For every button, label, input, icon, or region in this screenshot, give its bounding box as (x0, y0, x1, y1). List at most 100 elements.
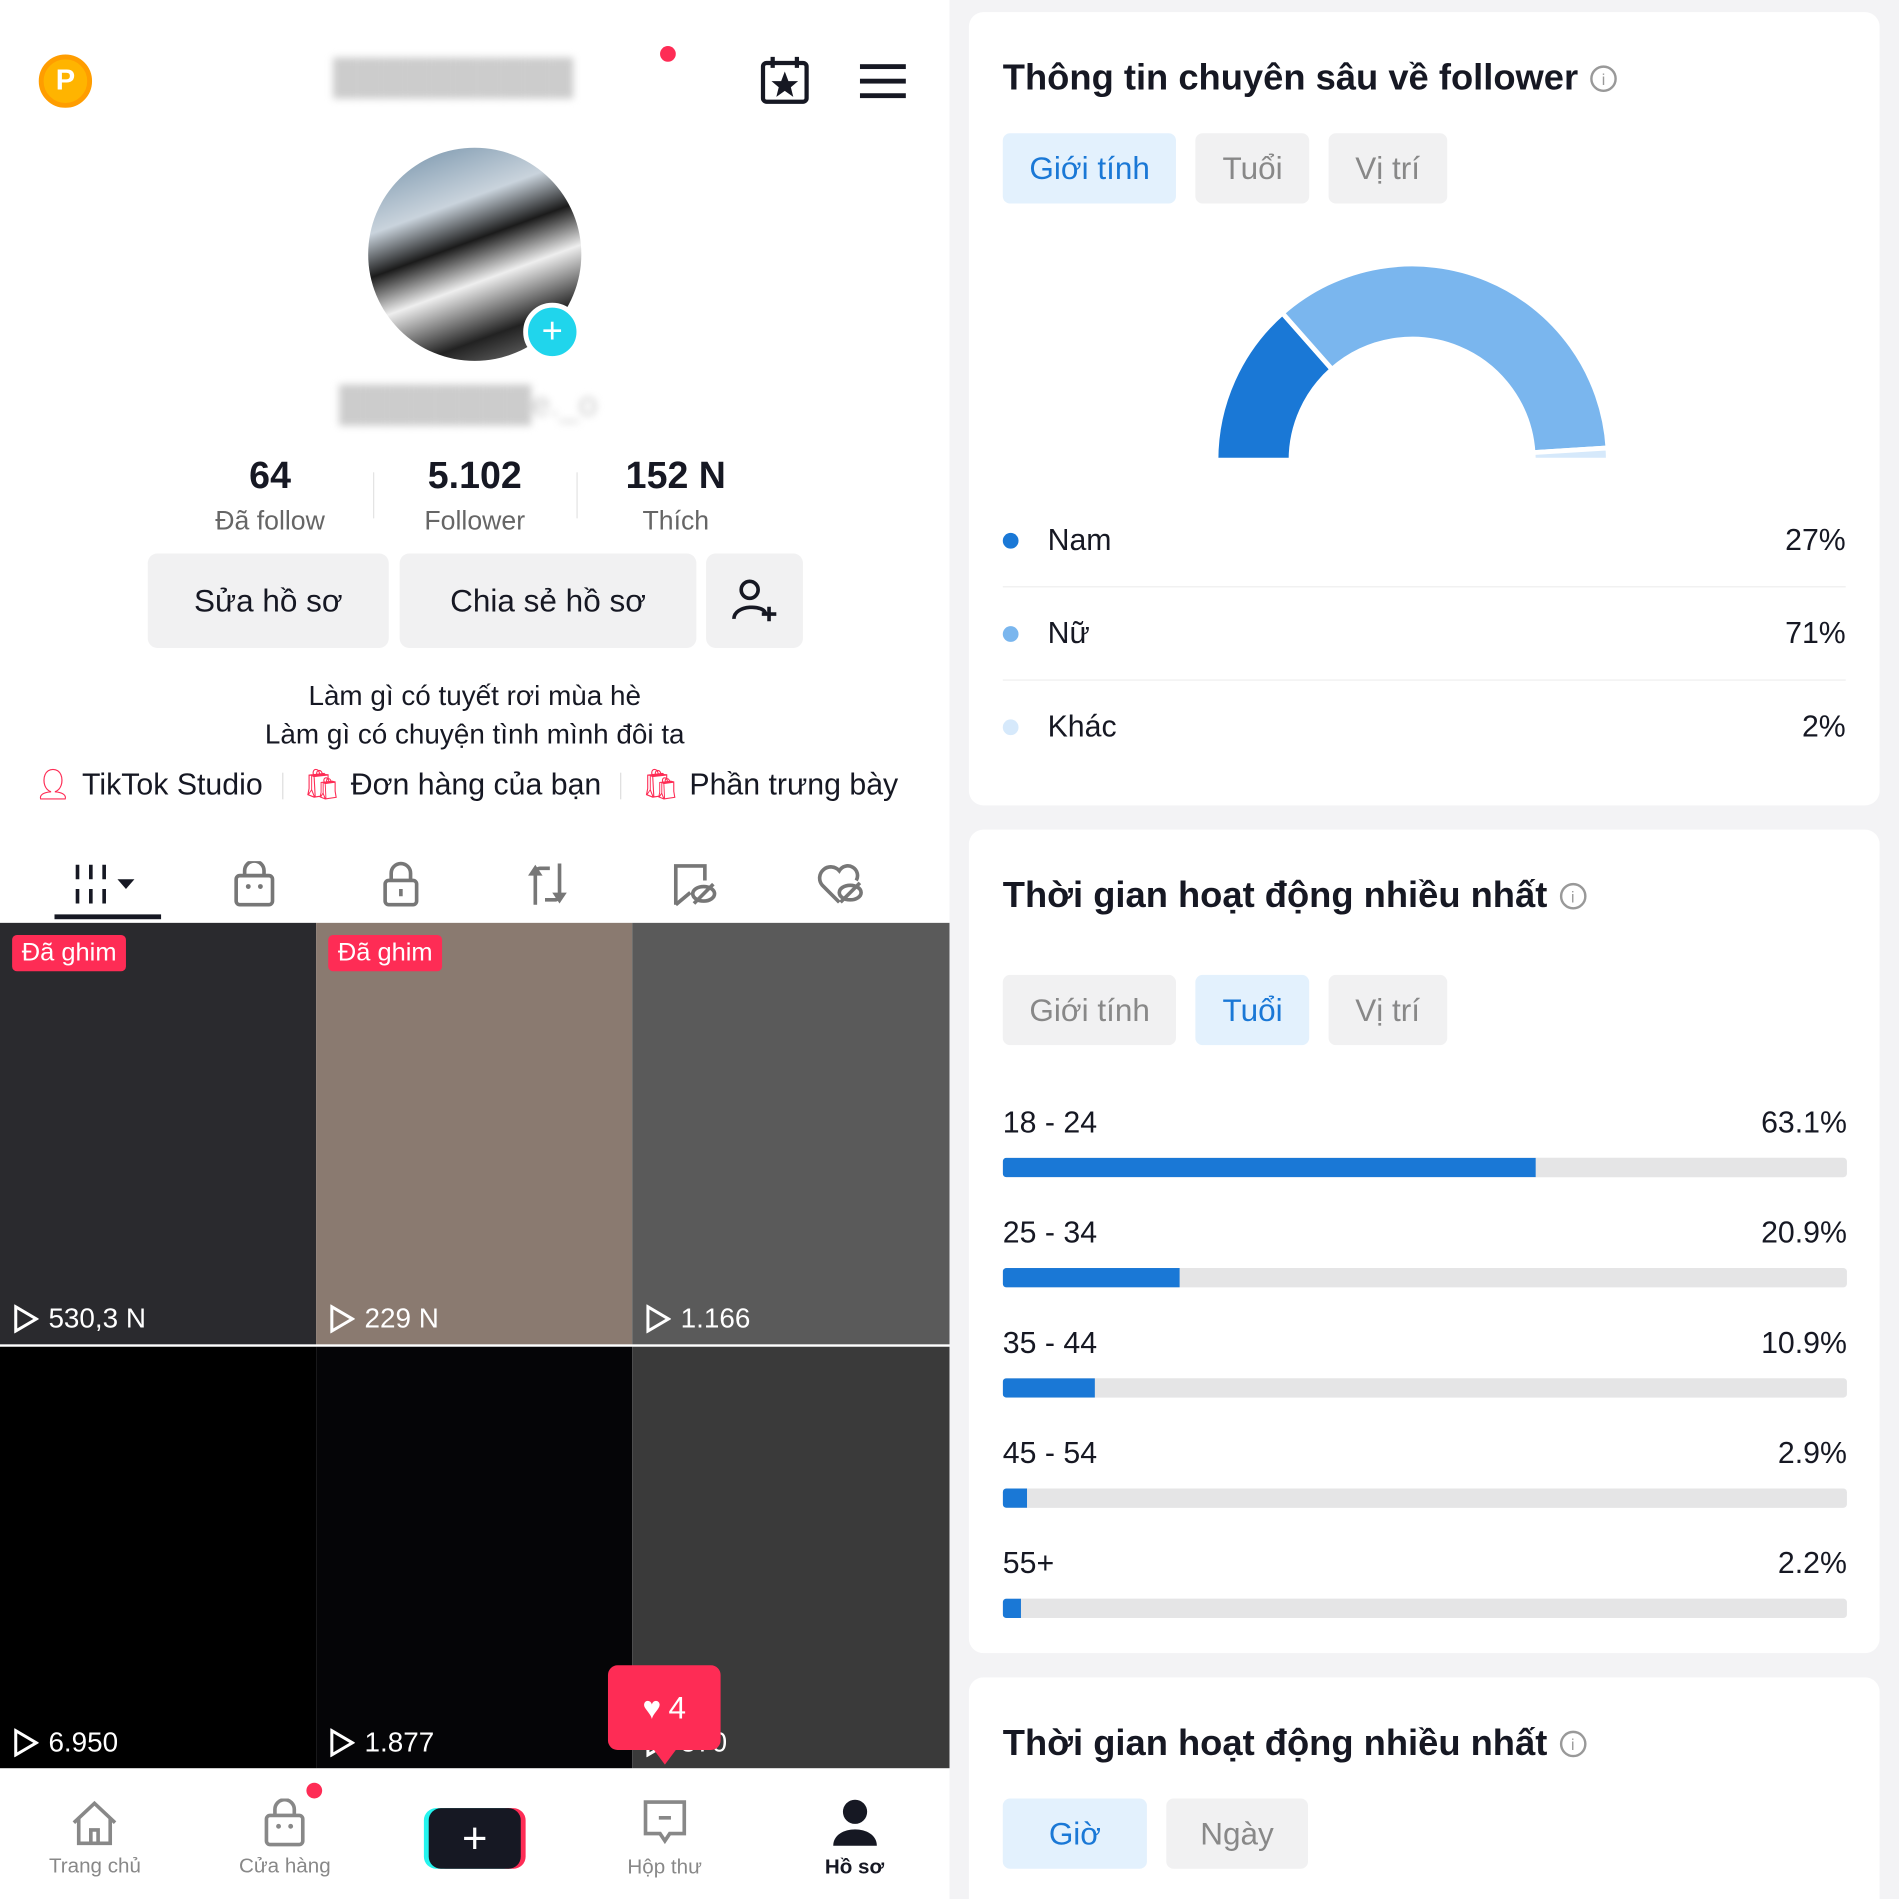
gender-gauge-chart (1213, 261, 1611, 463)
video-thumbnail[interactable]: Đã ghim 530,3 N (0, 922, 317, 1345)
menu-icon[interactable] (859, 63, 906, 99)
tab-favorites[interactable] (620, 848, 767, 921)
follower-insights-card: Thông tin chuyên sâu về follower i Giới t… (968, 12, 1880, 806)
bar-track (1002, 1157, 1847, 1178)
active-time-age-card: Thời gian hoạt động nhiều nhất i Giới tín… (968, 829, 1880, 1654)
play-icon (646, 1303, 671, 1333)
showcase-link[interactable]: 🛍︎ Phần trưng bày (641, 768, 898, 803)
filter-tabs: Giờ Ngày (1002, 1798, 1308, 1869)
video-thumbnail[interactable]: 1.877 (316, 1346, 633, 1769)
age-value: 2.9% (1777, 1436, 1847, 1471)
legend-item: Nam 27% (1002, 494, 1846, 588)
active-tab-indicator (54, 914, 162, 920)
view-count-text: 530,3 N (48, 1301, 147, 1334)
stat-followers[interactable]: 5.102 Follower (378, 454, 572, 536)
tab-hours[interactable]: Giờ (1002, 1798, 1147, 1869)
card-title: Thông tin chuyên sâu về follower i (1003, 58, 1617, 99)
tab-age[interactable]: Tuổi (1195, 974, 1310, 1046)
title-text: Thời gian hoạt động nhiều nhất (1002, 875, 1548, 916)
view-count: 229 N (328, 1302, 439, 1335)
like-notification-badge[interactable]: ♥ 4 (607, 1665, 721, 1765)
tiktok-studio-link[interactable]: 👤︎ TikTok Studio (34, 768, 263, 803)
link-label: Đơn hàng của bạn (350, 767, 602, 802)
tab-gender[interactable]: Giới tính (1002, 133, 1177, 204)
stat-following[interactable]: 64 Đã follow (173, 454, 367, 536)
age-label: 35 - 44 (1002, 1326, 1098, 1361)
username-blurred: ████████e._o (339, 385, 598, 423)
bar-track (1002, 1378, 1847, 1398)
coin-icon[interactable]: P (38, 54, 93, 108)
legend-item: Khác 2% (1002, 681, 1846, 774)
lock-icon (382, 861, 418, 907)
age-label: 18 - 24 (1002, 1105, 1098, 1140)
nav-label: Cửa hàng (239, 1854, 331, 1878)
video-thumbnail[interactable]: 6.950 (0, 1346, 317, 1769)
view-count-text: 6.950 (48, 1725, 119, 1758)
plus-icon: + (428, 1808, 521, 1869)
pinned-badge: Đã ghim (328, 934, 443, 972)
bio: Làm gì có tuyết rơi mùa hè Làm gì có chuy… (0, 676, 950, 754)
add-friend-button[interactable] (706, 553, 803, 648)
stat-label: Follower (424, 505, 526, 536)
play-icon (14, 1303, 39, 1333)
tab-gender[interactable]: Giới tính (1002, 974, 1177, 1046)
view-count-text: 1.877 (364, 1725, 435, 1758)
video-thumbnail[interactable]: Đã ghim 229 N (316, 922, 633, 1345)
legend-value: 27% (1785, 522, 1846, 557)
profile-links: 👤︎ TikTok Studio 🛍︎ Đơn hàng của bạn 🛍︎ Phầ… (34, 768, 898, 803)
nav-shop[interactable]: Cửa hàng (190, 1778, 380, 1899)
divider (576, 472, 578, 519)
account-name-blurred[interactable]: ██████████ (333, 58, 573, 97)
info-icon[interactable]: i (1559, 882, 1587, 910)
bottom-nav: Trang chủ Cửa hàng + Hộp thư Hồ sơ (0, 1777, 950, 1899)
shopping-bag-icon (264, 1798, 305, 1847)
divider (620, 772, 622, 799)
bar-track (1002, 1268, 1847, 1288)
tab-location[interactable]: Vị trí (1328, 133, 1447, 204)
bar-track (1002, 1598, 1847, 1619)
nav-label: Hồ sơ (824, 1855, 885, 1879)
tab-location[interactable]: Vị trí (1328, 974, 1447, 1046)
shopping-bag-icon (233, 861, 274, 907)
tab-shop[interactable] (180, 848, 327, 921)
grid-dropdown-icon (75, 864, 134, 904)
legend-value: 2% (1801, 709, 1846, 744)
bar-fill (1002, 1488, 1028, 1508)
legend-value: 71% (1785, 615, 1846, 650)
tab-liked[interactable] (767, 848, 914, 921)
add-avatar-button[interactable]: + (523, 302, 582, 361)
tab-reposts[interactable] (474, 848, 621, 921)
heart-icon: ♥ (642, 1688, 662, 1726)
info-icon[interactable]: i (1559, 1730, 1587, 1758)
nav-label: Trang chủ (48, 1854, 141, 1878)
tab-age[interactable]: Tuổi (1195, 133, 1310, 204)
bio-line: Làm gì có tuyết rơi mùa hè (308, 679, 642, 711)
edit-profile-button[interactable]: Sửa hồ sơ (147, 553, 389, 648)
tab-days[interactable]: Ngày (1166, 1798, 1308, 1869)
screen: P ██████████ + ████████e._o 64 Đã follow … (0, 0, 1899, 1899)
view-count-text: 1.166 (680, 1301, 751, 1334)
info-icon[interactable]: i (1590, 65, 1617, 93)
heart-hidden-icon (817, 864, 863, 904)
tab-videos[interactable] (34, 848, 181, 921)
nav-create[interactable]: + (380, 1778, 570, 1899)
view-count: 6.950 (12, 1726, 118, 1759)
tab-private[interactable] (327, 848, 474, 921)
legend-dot (1002, 532, 1019, 549)
age-bar-row: 18 - 24 63.1% (1002, 1105, 1847, 1178)
age-label: 45 - 54 (1002, 1436, 1098, 1471)
nav-home[interactable]: Trang chủ (0, 1778, 190, 1899)
stat-label: Đã follow (215, 505, 325, 536)
notification-dot (660, 46, 676, 62)
nav-profile[interactable]: Hồ sơ (760, 1778, 950, 1899)
age-value: 63.1% (1761, 1105, 1847, 1140)
divider (282, 772, 284, 799)
calendar-star-icon[interactable] (760, 56, 812, 104)
stat-likes[interactable]: 152 N Thích (579, 454, 773, 536)
share-profile-button[interactable]: Chia sẻ hồ sơ (399, 553, 697, 648)
inbox-icon (643, 1800, 686, 1845)
title-text: Thông tin chuyên sâu về follower (1002, 58, 1579, 99)
orders-link[interactable]: 🛍︎ Đơn hàng của bạn (303, 768, 602, 803)
video-thumbnail[interactable]: 1.166 (632, 922, 950, 1345)
nav-inbox[interactable]: Hộp thư (570, 1778, 760, 1899)
